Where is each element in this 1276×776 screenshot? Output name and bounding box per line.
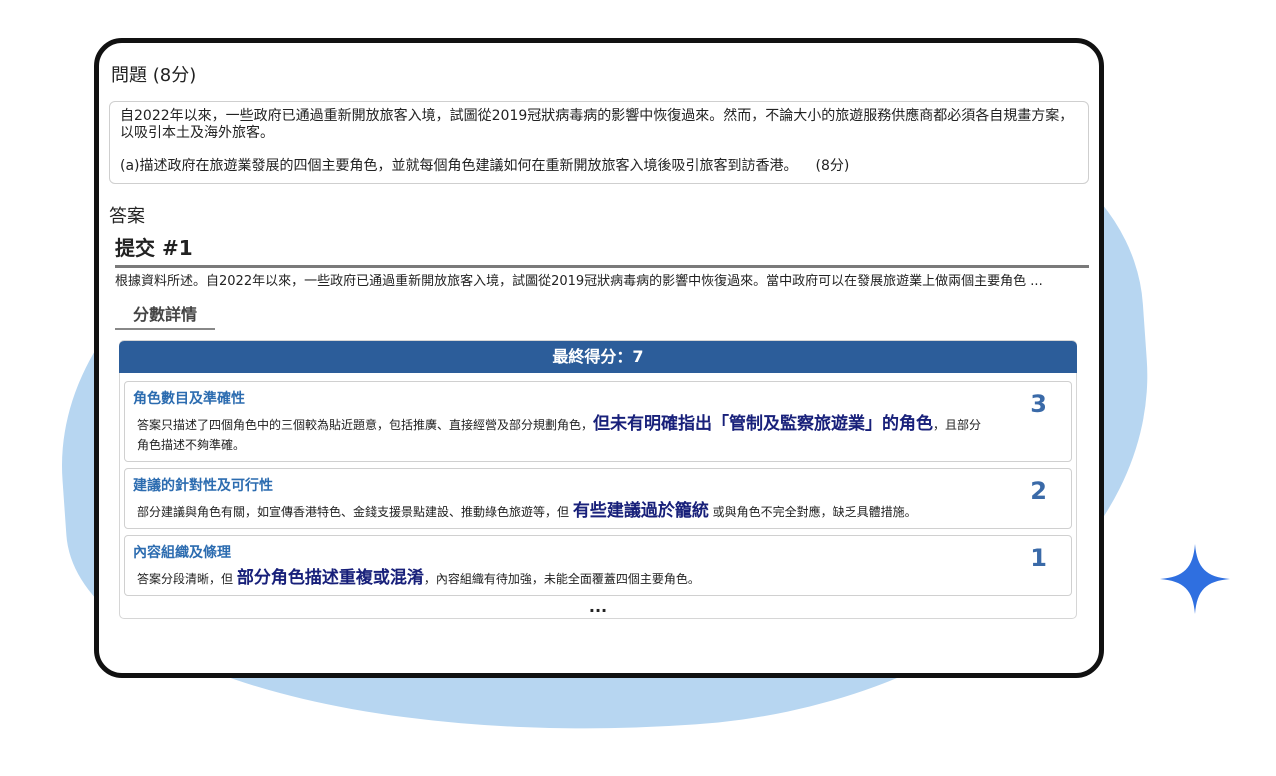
feedback-highlight: 部分角色描述重複或混淆 <box>236 568 424 588</box>
submission-title: 提交 #1 <box>115 236 193 260</box>
criterion-card: 內容組織及條理 答案分段清晰，但 部分角色描述重複或混淆，內容組織有待加強，未能… <box>124 535 1072 596</box>
feedback-highlight: 但未有明確指出「管制及監察旅遊業」的角色 <box>593 414 934 434</box>
more-indicator: ... <box>588 597 608 616</box>
feedback-highlight: 有些建議過於籠統 <box>572 501 709 521</box>
question-intro: 自2022年以來，一些政府已通過重新開放旅客入境，試圖從2019冠狀病毒病的影響… <box>120 108 1074 141</box>
question-part-text: (a)描述政府在旅遊業發展的四個主要角色，並就每個角色建議如何在重新開放旅客入境… <box>120 158 798 174</box>
criterion-feedback: 部分建議與角色有關，如宣傳香港特色、金錢支援景點建設、推動綠色旅遊等，但 有些建… <box>137 501 1063 522</box>
question-part: (a)描述政府在旅遊業發展的四個主要角色，並就每個角色建議如何在重新開放旅客入境… <box>120 158 1078 175</box>
criterion-score: 3 <box>1030 390 1047 418</box>
page-content: 問題 (8分) 自2022年以來，一些政府已通過重新開放旅客入境，試圖從2019… <box>109 61 1089 619</box>
final-score-header: 最終得分：7 <box>119 341 1077 373</box>
feedback-text: 答案只描述了四個角色中的三個較為貼近題意，包括推廣、直接經營及部分規劃角色， <box>137 418 594 432</box>
criterion-title: 建議的針對性及可行性 <box>133 478 273 494</box>
criterion-card: 建議的針對性及可行性 部分建議與角色有關，如宣傳香港特色、金錢支援景點建設、推動… <box>124 468 1072 529</box>
question-box: 自2022年以來，一些政府已通過重新開放旅客入境，試圖從2019冠狀病毒病的影響… <box>109 101 1089 184</box>
question-title: 問題 (8分) <box>111 65 197 86</box>
sparkle-icon <box>1160 544 1230 614</box>
tab-score-details[interactable]: 分數詳情 <box>115 301 216 330</box>
answer-label: 答案 <box>109 206 145 227</box>
criterion-title: 角色數目及準確性 <box>133 391 245 407</box>
criterion-card: 角色數目及準確性 答案只描述了四個角色中的三個較為貼近題意，包括推廣、直接經營及… <box>124 381 1072 462</box>
feedback-text: 部分建議與角色有關，如宣傳香港特色、金錢支援景點建設、推動綠色旅遊等，但 <box>137 505 573 519</box>
feedback-text: 答案分段清晰，但 <box>137 572 237 586</box>
score-panel: 最終得分：7 角色數目及準確性 答案只描述了四個角色中的三個較為貼近題意，包括推… <box>119 340 1077 619</box>
criterion-score: 1 <box>1030 544 1047 572</box>
criterion-feedback: 答案只描述了四個角色中的三個較為貼近題意，包括推廣、直接經營及部分規劃角色，但未… <box>137 414 1063 455</box>
question-part-points: (8分) <box>815 158 850 174</box>
criterion-title: 內容組織及條理 <box>133 545 231 561</box>
feedback-text: ，內容組織有待加強，未能全面覆蓋四個主要角色。 <box>423 572 700 586</box>
submission-divider <box>115 265 1089 268</box>
feedback-text: 或與角色不完全對應，缺乏具體措施。 <box>708 505 917 519</box>
submission-text: 根據資料所述。自2022年以來，一些政府已通過重新開放旅客入境，試圖從2019冠… <box>115 274 1043 289</box>
criterion-score: 2 <box>1030 477 1047 505</box>
criterion-feedback: 答案分段清晰，但 部分角色描述重複或混淆，內容組織有待加強，未能全面覆蓋四個主要… <box>137 568 1063 589</box>
device-frame: 問題 (8分) 自2022年以來，一些政府已通過重新開放旅客入境，試圖從2019… <box>94 38 1104 678</box>
